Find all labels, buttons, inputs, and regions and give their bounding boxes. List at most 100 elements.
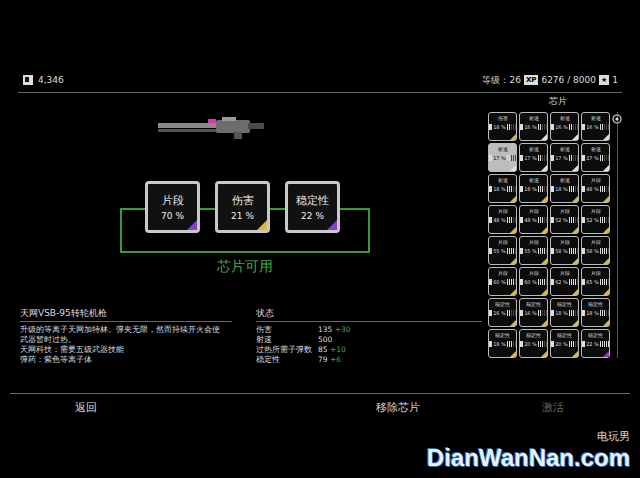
chip-icon [551,217,554,223]
description-line: 弹药：紫色等离子体 [20,355,232,365]
chip-tile[interactable]: 射速 18 % [488,174,517,203]
stat-value: 500 [318,335,482,345]
chip-label: 射速 [560,146,570,152]
chip-meter [569,310,578,316]
chip-meter [507,341,516,347]
chip-tile[interactable]: 片段 55 % [519,236,548,265]
chip-tile[interactable]: 射速 16 % [550,112,579,141]
chip-tile[interactable]: 片段 55 % [488,236,517,265]
level-info: 等级：26 XP 6276 / 8000 ★ 1 [482,74,618,87]
chip-tile[interactable]: 稳定性 20 % [550,329,579,358]
chip-slot[interactable]: 伤害 21 % [215,181,270,233]
chip-tile[interactable]: 片段 60 % [519,267,548,296]
chip-icon [520,124,523,130]
chip-value: 18 % [524,186,537,192]
weapon-column: 片段 70 % 伤害 21 % 稳定性 22 % 芯片可用 天网VSB-95转轮… [0,93,488,393]
chip-tile[interactable]: 片段 52 % [581,205,610,234]
chip-value: 48 % [586,186,599,192]
chip-icon [520,217,523,223]
rarity-mark [510,351,516,357]
chip-label: 片段 [560,208,570,214]
chip-tile[interactable]: 射速 16 % [581,112,610,141]
chip-tile[interactable]: 射速 17 % [581,143,610,172]
chip-tile[interactable]: 片段 52 % [550,205,579,234]
chip-icon [489,155,492,161]
chip-tile[interactable]: 稳定性 18 % [581,298,610,327]
chip-value: 16 % [493,310,506,316]
chip-icon [489,310,492,316]
rarity-mark [541,320,547,326]
chip-tile[interactable]: 稳定性 20 % [519,329,548,358]
chip-tile[interactable]: 射速 16 % [519,112,548,141]
chip-tile[interactable]: 稳定性 18 % [550,298,579,327]
chip-tile[interactable]: 稳定性 16 % [519,298,548,327]
chip-icon [489,248,492,254]
chip-icon [582,341,585,347]
chip-tile[interactable]: 射速 18 % [519,174,548,203]
chip-slot[interactable]: 片段 70 % [145,181,200,233]
chip-tile[interactable]: 片段 58 % [550,236,579,265]
chip-meter [507,248,516,254]
chip-icon [489,124,492,130]
action-button[interactable]: 返回 [75,400,376,415]
chip-screen: 4,346 等级：26 XP 6276 / 8000 ★ 1 片段 70 % 伤… [0,0,640,478]
weapon-name: 天网VSB-95转轮机枪 [20,308,232,322]
star-badge: ★ [599,75,609,85]
chip-meter [507,186,516,192]
chip-value: 17 % [586,155,599,161]
chip-label: 稳定性 [495,301,510,307]
chip-meter [538,279,547,285]
chip-tile[interactable]: 片段 62 % [550,267,579,296]
chip-label: 射速 [529,115,539,121]
stats-panel: 状态 伤害 135 +30射速 500 过热所需子弹数 85 +10稳定性 79… [256,308,482,365]
chip-label: 片段 [591,208,601,214]
scroll-knob-icon[interactable] [612,114,622,124]
chip-label: 片段 [591,239,601,245]
chip-value: 48 % [493,217,506,223]
chip-tile[interactable]: 片段 65 % [581,267,610,296]
chip-tile[interactable]: 射速 18 % [550,174,579,203]
chip-tile[interactable]: 片段 58 % [581,236,610,265]
chip-label: 射速 [591,115,601,121]
chip-tile[interactable]: 稳定性 22 % [581,329,610,358]
chip-label: 射速 [591,146,601,152]
chip-tile[interactable]: 射速 17 % [519,143,548,172]
chip-icon [551,248,554,254]
currency-amount: 4,346 [38,75,64,85]
chip-tile[interactable]: 伤害 18 % [488,112,517,141]
chip-value: 17 % [524,155,537,161]
chip-icon [489,279,492,285]
action-button[interactable]: 激活 [542,400,630,415]
chip-tile[interactable]: 片段 48 % [519,205,548,234]
chip-tile[interactable]: 片段 48 % [581,174,610,203]
chip-tile[interactable]: 射速 17 % [488,143,517,172]
rarity-mark [541,165,547,171]
chip-tile[interactable]: 片段 48 % [488,205,517,234]
chip-slot[interactable]: 稳定性 22 % [285,181,340,233]
chip-meter [569,217,578,223]
chip-value: 17 % [493,155,506,161]
chip-label: 片段 [591,270,601,276]
chip-icon [582,186,585,192]
chip-icon [520,248,523,254]
chip-tile[interactable]: 稳定性 18 % [488,329,517,358]
chip-value: 16 % [524,124,537,130]
chip-scrollbar[interactable] [617,112,628,358]
chip-tile[interactable]: 稳定性 16 % [488,298,517,327]
chip-value: 16 % [555,124,568,130]
rarity-mark [603,289,609,295]
chip-label: 射速 [560,177,570,183]
chip-icon [520,341,523,347]
chip-meter [600,124,609,130]
chip-icon [582,310,585,316]
chip-label: 片段 [529,208,539,214]
stat-row: 射速 500 [256,335,482,345]
chip-value: 16 % [524,310,537,316]
chip-tile[interactable]: 片段 60 % [488,267,517,296]
chip-tile[interactable]: 射速 17 % [550,143,579,172]
action-button[interactable]: 移除芯片 [376,400,542,415]
watermark-logo: 电玩男 [597,429,630,444]
rarity-mark [541,258,547,264]
chip-icon [582,155,585,161]
stat-bonus: +30 [335,325,351,334]
